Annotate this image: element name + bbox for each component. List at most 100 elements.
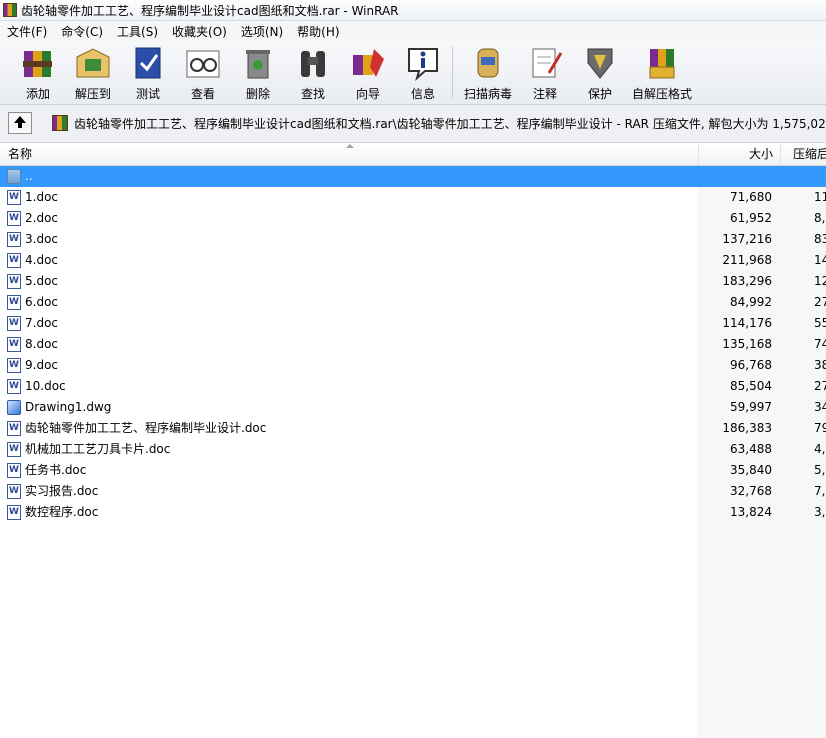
file-size: 71,680 [730, 190, 772, 204]
protect-button[interactable]: 保护 [572, 45, 628, 102]
list-item[interactable]: 3.doc 137,216 83, [0, 229, 826, 250]
menu-commands[interactable]: 命令(C) [54, 23, 110, 40]
title-bar: 齿轮轴零件加工工艺、程序编制毕业设计cad图纸和文档.rar - WinRAR [0, 0, 826, 21]
menu-favorites[interactable]: 收藏夹(O) [165, 23, 234, 40]
menu-file[interactable]: 文件(F) [0, 23, 54, 40]
add-button[interactable]: 添加 [10, 45, 66, 102]
file-size: 96,768 [730, 358, 772, 372]
find-button[interactable]: 查找 [285, 45, 341, 102]
list-item[interactable]: 4.doc 211,968 147, [0, 250, 826, 271]
menu-bar: 文件(F) 命令(C) 工具(S) 收藏夹(O) 选项(N) 帮助(H) [0, 21, 826, 41]
comment-button[interactable]: 注释 [517, 45, 573, 102]
comment-icon [525, 45, 565, 81]
list-item[interactable]: 任务书.doc 35,840 5, [0, 460, 826, 481]
file-list[interactable]: .. 1.doc 71,680 11, 2.doc 61,952 8, 3.do… [0, 166, 826, 738]
info-label: 信息 [410, 87, 435, 101]
file-name: 齿轮轴零件加工工艺、程序编制毕业设计.doc [25, 421, 267, 435]
file-size: 32,768 [730, 484, 772, 498]
parent-folder-icon [7, 169, 21, 184]
column-packed-header[interactable]: 压缩后 [780, 143, 826, 165]
list-item[interactable]: 8.doc 135,168 74, [0, 334, 826, 355]
protect-shield-icon [580, 45, 620, 81]
path-field[interactable]: 齿轮轴零件加工工艺、程序编制毕业设计cad图纸和文档.rar\齿轮轴零件加工工艺… [52, 112, 826, 134]
word-doc-icon [7, 421, 21, 436]
word-doc-icon [7, 442, 21, 457]
list-item[interactable]: 数控程序.doc 13,824 3, [0, 502, 826, 523]
extract-to-button[interactable]: 解压到 [65, 45, 121, 102]
file-packed: 55, [814, 316, 826, 330]
view-button[interactable]: 查看 [175, 45, 231, 102]
word-doc-icon [7, 337, 21, 352]
file-size: 84,992 [730, 295, 772, 309]
virus-scan-button[interactable]: 扫描病毒 [460, 45, 516, 102]
word-doc-icon [7, 463, 21, 478]
test-icon [128, 45, 168, 81]
word-doc-icon [7, 211, 21, 226]
virus-scan-label: 扫描病毒 [463, 87, 512, 101]
winrar-app-icon[interactable] [3, 3, 17, 17]
list-item[interactable]: 2.doc 61,952 8, [0, 208, 826, 229]
list-item[interactable]: 10.doc 85,504 27, [0, 376, 826, 397]
list-item[interactable]: 1.doc 71,680 11, [0, 187, 826, 208]
rar-archive-icon [52, 115, 68, 131]
file-size: 114,176 [722, 316, 772, 330]
column-name-header[interactable]: 名称 [8, 143, 32, 165]
word-doc-icon [7, 190, 21, 205]
file-name: 9.doc [25, 358, 59, 372]
list-item[interactable]: 5.doc 183,296 125, [0, 271, 826, 292]
wizard-button[interactable]: 向导 [340, 45, 396, 102]
file-packed: 8, [814, 211, 826, 225]
file-packed: 79, [814, 421, 826, 435]
find-label: 查找 [300, 87, 325, 101]
file-name: Drawing1.dwg [25, 400, 112, 414]
wizard-icon [348, 45, 388, 81]
file-size: 85,504 [730, 379, 772, 393]
test-button[interactable]: 测试 [120, 45, 176, 102]
delete-button[interactable]: 删除 [230, 45, 286, 102]
list-item[interactable]: Drawing1.dwg 59,997 34, [0, 397, 826, 418]
file-packed: 5, [814, 463, 826, 477]
delete-label: 删除 [245, 87, 270, 101]
word-doc-icon [7, 274, 21, 289]
column-size-header[interactable]: 大小 [698, 143, 773, 165]
file-size: 211,968 [722, 253, 772, 267]
extract-to-icon [73, 45, 113, 81]
file-packed: 11, [814, 190, 826, 204]
list-item[interactable]: 机械加工工艺刀具卡片.doc 63,488 4, [0, 439, 826, 460]
list-item[interactable]: 齿轮轴零件加工工艺、程序编制毕业设计.doc 186,383 79, [0, 418, 826, 439]
file-packed: 34, [814, 400, 826, 414]
menu-help[interactable]: 帮助(H) [290, 23, 346, 40]
menu-tools[interactable]: 工具(S) [110, 23, 165, 40]
file-packed: 83, [814, 232, 826, 246]
file-name: 机械加工工艺刀具卡片.doc [25, 442, 171, 456]
word-doc-icon [7, 484, 21, 499]
word-doc-icon [7, 232, 21, 247]
delete-icon [238, 45, 278, 81]
add-archive-icon [18, 45, 58, 81]
info-button[interactable]: 信息 [395, 45, 451, 102]
sfx-icon [642, 45, 682, 81]
file-size: 63,488 [730, 442, 772, 456]
file-packed: 147, [814, 253, 826, 267]
up-one-level-button[interactable] [8, 112, 32, 134]
list-item[interactable]: 6.doc 84,992 27, [0, 292, 826, 313]
file-packed: 38, [814, 358, 826, 372]
file-size: 13,824 [730, 505, 772, 519]
file-packed: 3, [814, 505, 826, 519]
list-item[interactable]: 实习报告.doc 32,768 7, [0, 481, 826, 502]
list-item[interactable]: 9.doc 96,768 38, [0, 355, 826, 376]
file-name: 1.doc [25, 190, 59, 204]
list-item[interactable]: 7.doc 114,176 55, [0, 313, 826, 334]
extract-to-label: 解压到 [74, 87, 111, 101]
list-item-parent[interactable]: .. [0, 166, 826, 187]
menu-options[interactable]: 选项(N) [234, 23, 290, 40]
wizard-label: 向导 [355, 87, 380, 101]
file-name: 数控程序.doc [25, 505, 99, 519]
file-name: 2.doc [25, 211, 59, 225]
find-binoculars-icon [293, 45, 333, 81]
file-name: 实习报告.doc [25, 484, 99, 498]
file-size: 59,997 [730, 400, 772, 414]
sfx-button[interactable]: 自解压格式 [630, 45, 694, 102]
file-packed: 7, [814, 484, 826, 498]
file-size: 137,216 [722, 232, 772, 246]
